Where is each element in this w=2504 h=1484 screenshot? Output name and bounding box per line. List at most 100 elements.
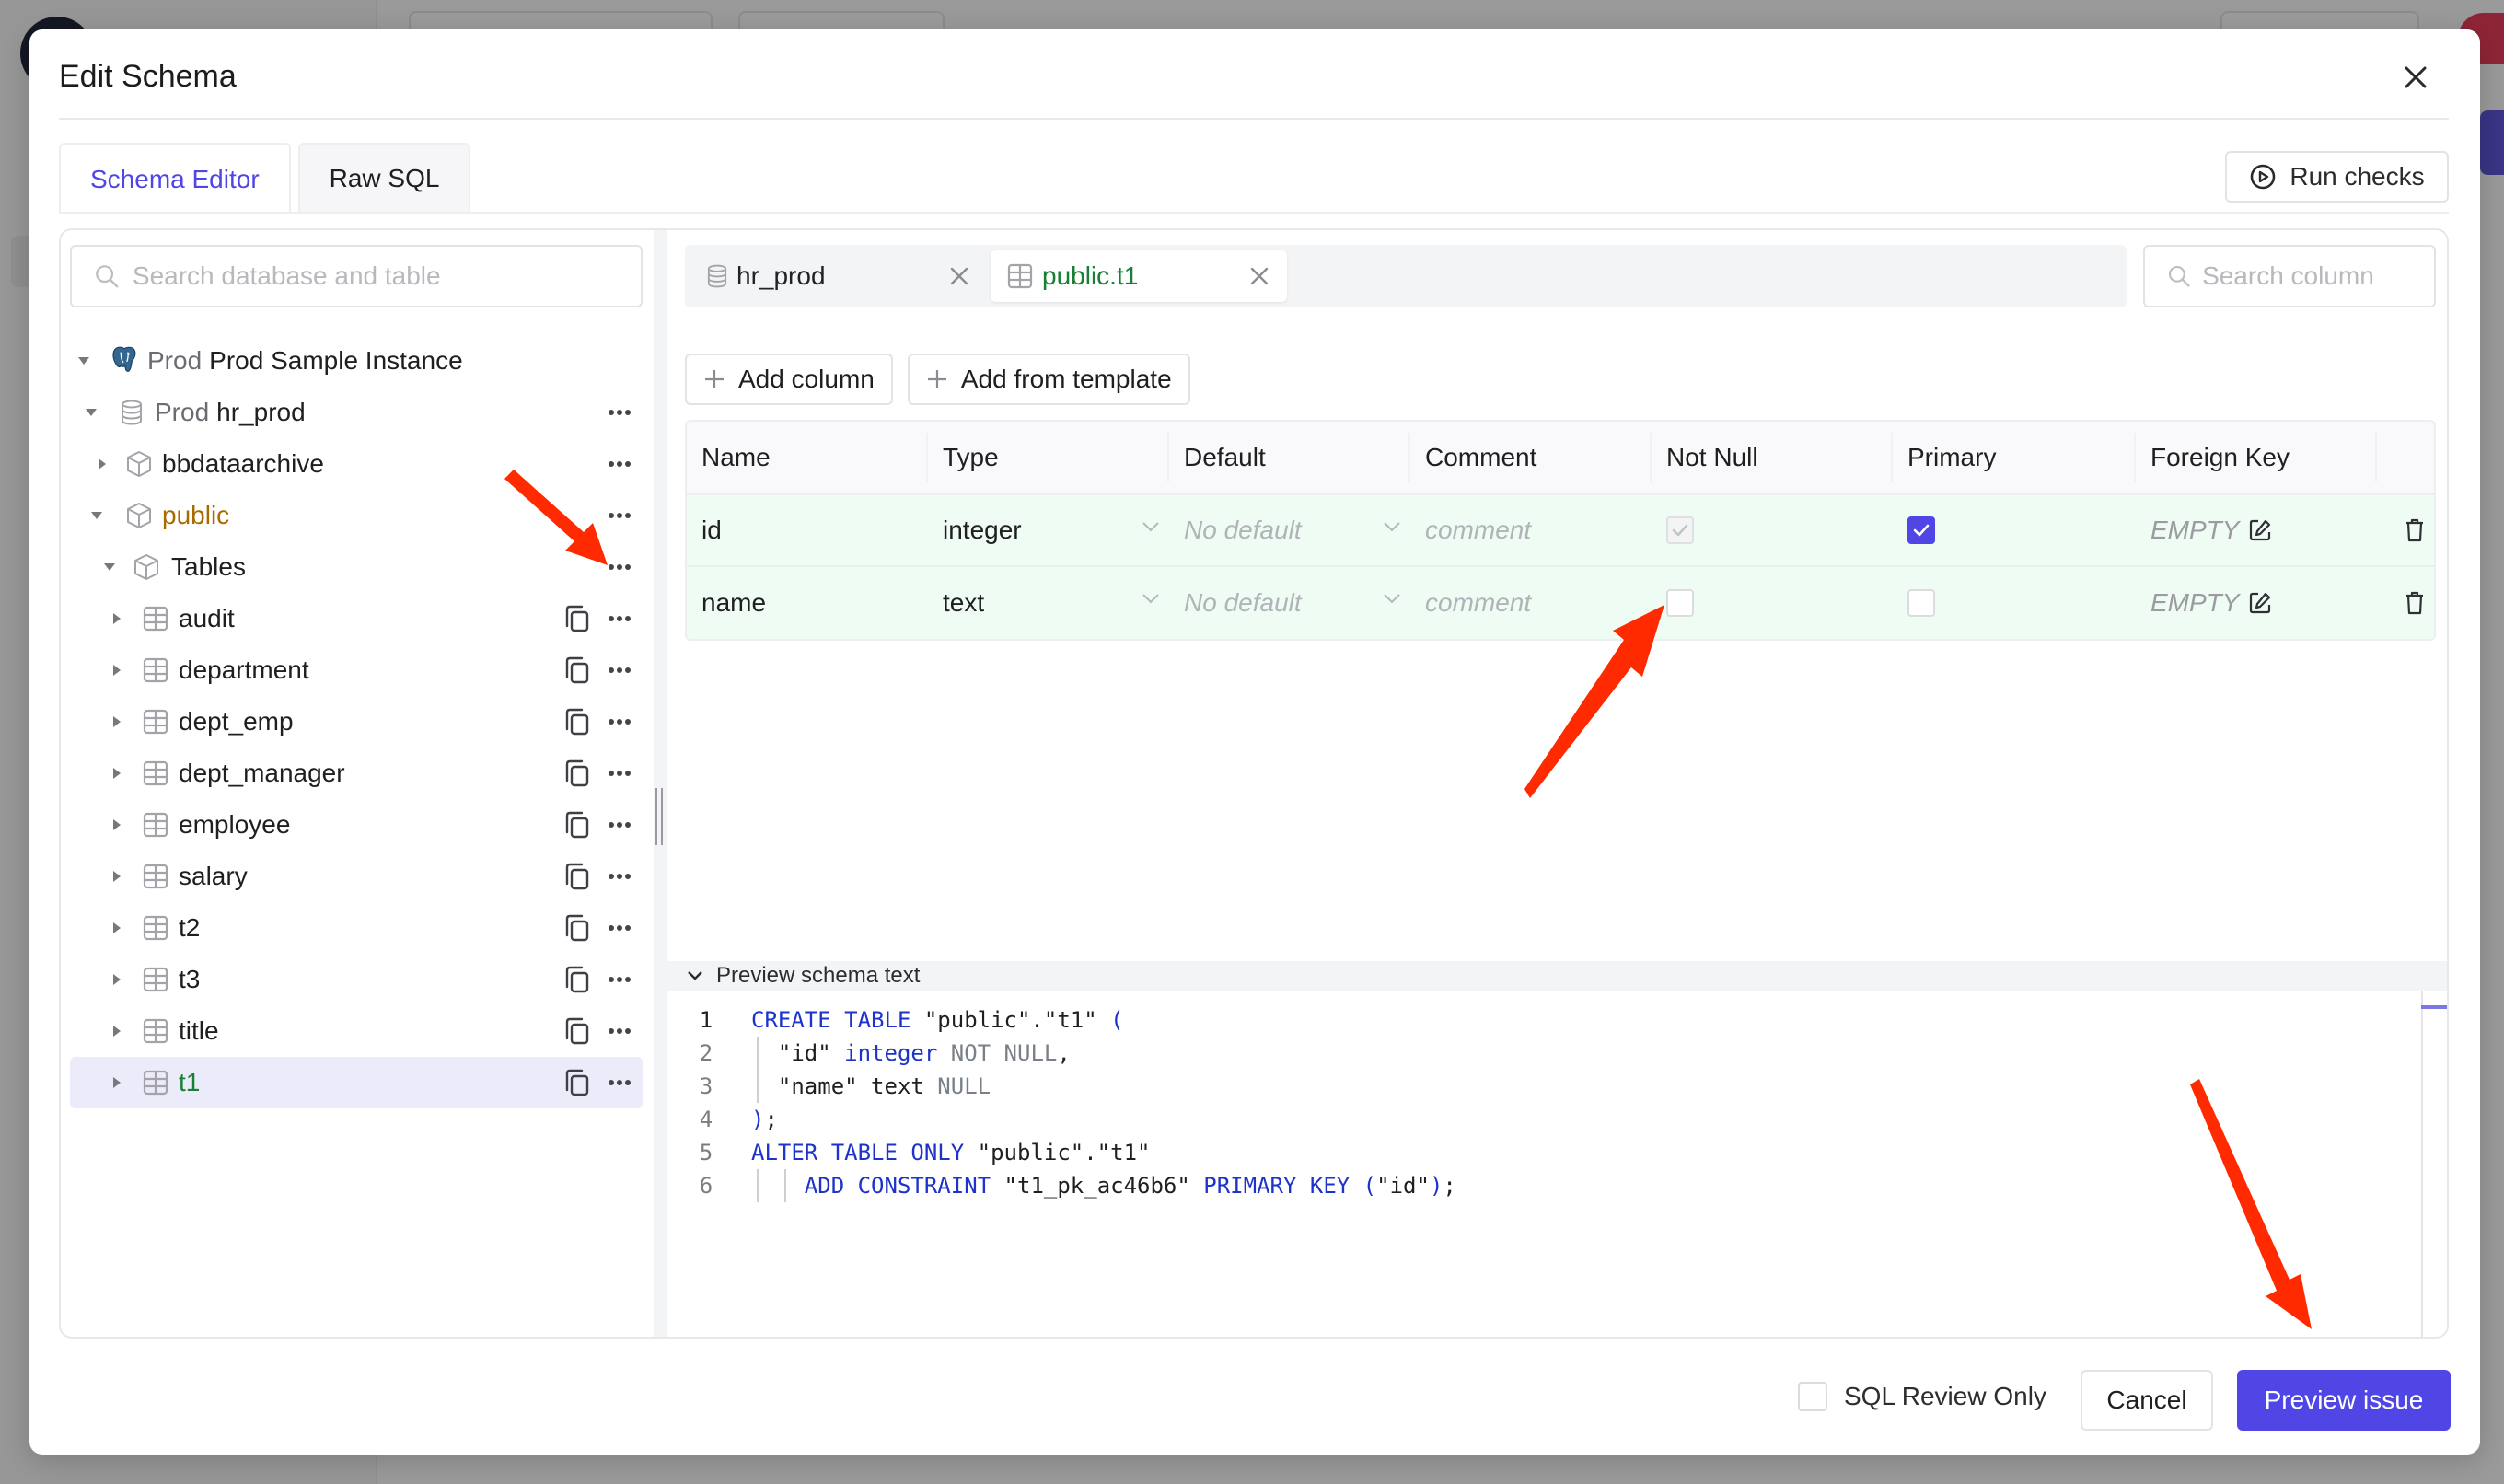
- caret-right-icon[interactable]: [110, 767, 123, 780]
- caret-right-icon[interactable]: [96, 458, 109, 470]
- column-default-select[interactable]: No default: [1169, 495, 1410, 565]
- tree-item-table[interactable]: t2: [70, 902, 643, 954]
- column-comment-input[interactable]: comment: [1410, 567, 1652, 639]
- primary-key-checkbox[interactable]: [1907, 516, 1935, 544]
- tree-item-table[interactable]: dept_emp: [70, 696, 643, 748]
- search-icon: [2168, 265, 2190, 287]
- tree-item-schema[interactable]: public: [70, 490, 643, 541]
- edit-icon[interactable]: [2246, 589, 2274, 617]
- delete-column-icon[interactable]: [2401, 589, 2429, 617]
- search-column-field[interactable]: [2143, 245, 2436, 307]
- duplicate-icon[interactable]: [562, 707, 591, 736]
- primary-key-checkbox[interactable]: [1907, 589, 1935, 617]
- tree-item-table[interactable]: employee: [70, 799, 643, 851]
- column-actions: Add column Add from template: [685, 354, 1190, 405]
- add-column-button[interactable]: Add column: [685, 354, 893, 405]
- duplicate-icon[interactable]: [562, 965, 591, 994]
- sql-review-only-checkbox[interactable]: SQL Review Only: [1798, 1364, 2046, 1429]
- duplicate-icon[interactable]: [562, 1068, 591, 1097]
- cancel-button[interactable]: Cancel: [2081, 1370, 2213, 1431]
- column-name-input[interactable]: name: [687, 567, 928, 639]
- more-actions-icon[interactable]: [606, 863, 633, 890]
- tree-item-table[interactable]: t1: [70, 1057, 643, 1108]
- more-actions-icon[interactable]: [606, 914, 633, 942]
- close-tab-icon[interactable]: [946, 263, 972, 289]
- search-database-input[interactable]: [132, 261, 641, 291]
- caret-right-icon[interactable]: [110, 973, 123, 986]
- delete-column-icon[interactable]: [2401, 516, 2429, 544]
- more-actions-icon[interactable]: [606, 605, 633, 632]
- edit-icon[interactable]: [2246, 516, 2274, 544]
- more-actions-icon[interactable]: [606, 759, 633, 787]
- resize-grip-icon[interactable]: [655, 788, 663, 845]
- tree-item-table[interactable]: audit: [70, 593, 643, 644]
- add-from-template-button[interactable]: Add from template: [907, 354, 1190, 405]
- more-actions-icon[interactable]: [606, 502, 633, 529]
- tree-item-schema[interactable]: bbdataarchive: [70, 438, 643, 490]
- run-checks-button[interactable]: Run checks: [2225, 151, 2449, 203]
- tree-item-table[interactable]: title: [70, 1005, 643, 1057]
- foreign-key-value: EMPTY: [2150, 516, 2240, 544]
- table-icon: [1007, 263, 1033, 289]
- search-column-input[interactable]: [2202, 261, 2434, 291]
- duplicate-icon[interactable]: [562, 759, 591, 788]
- tree-item-table[interactable]: department: [70, 644, 643, 696]
- duplicate-icon[interactable]: [562, 604, 591, 633]
- duplicate-icon[interactable]: [562, 862, 591, 891]
- code-text: ADD CONSTRAINT "t1_pk_ac46b6" PRIMARY KE…: [751, 1173, 1456, 1199]
- tree-item-instance[interactable]: Prod Prod Sample Instance: [70, 335, 643, 387]
- column-comment-input[interactable]: comment: [1410, 495, 1652, 565]
- preview-schema-toggle[interactable]: Preview schema text: [667, 961, 2447, 991]
- code-token: ): [1429, 1173, 1443, 1199]
- more-actions-icon[interactable]: [606, 1017, 633, 1045]
- more-actions-icon[interactable]: [606, 1069, 633, 1096]
- tab-schema-editor[interactable]: Schema Editor: [59, 143, 291, 214]
- tab-raw-sql[interactable]: Raw SQL: [297, 143, 471, 213]
- checkbox[interactable]: [1798, 1382, 1827, 1411]
- column-name-input[interactable]: id: [687, 495, 928, 565]
- column-default-select[interactable]: No default: [1169, 567, 1410, 639]
- not-null-checkbox[interactable]: [1666, 516, 1694, 544]
- caret-right-icon[interactable]: [110, 612, 123, 625]
- not-null-checkbox[interactable]: [1666, 589, 1694, 617]
- caret-right-icon[interactable]: [110, 1025, 123, 1038]
- tree-item-table[interactable]: dept_manager: [70, 748, 643, 799]
- editor-tab-database[interactable]: hr_prod: [690, 250, 987, 302]
- caret-right-icon[interactable]: [110, 818, 123, 831]
- caret-right-icon[interactable]: [110, 664, 123, 677]
- search-database-field[interactable]: [70, 245, 643, 307]
- duplicate-icon[interactable]: [562, 1016, 591, 1046]
- column-type-select[interactable]: integer: [928, 495, 1169, 565]
- more-actions-icon[interactable]: [606, 966, 633, 993]
- duplicate-icon[interactable]: [562, 913, 591, 943]
- tree-item-database[interactable]: Prod hr_prod: [70, 387, 643, 438]
- editor-tab-table[interactable]: public.t1: [991, 250, 1287, 302]
- panel-resize-handle[interactable]: [654, 230, 667, 1337]
- vertical-scrollbar[interactable]: [2421, 991, 2423, 1337]
- caret-right-icon[interactable]: [110, 1076, 123, 1089]
- tree-item-table[interactable]: salary: [70, 851, 643, 902]
- tree-item-table[interactable]: t3: [70, 954, 643, 1005]
- caret-down-icon[interactable]: [85, 406, 98, 419]
- more-actions-icon[interactable]: [606, 399, 633, 426]
- tree-item-tables-group[interactable]: Tables: [70, 541, 643, 593]
- caret-down-icon[interactable]: [103, 561, 116, 574]
- duplicate-icon[interactable]: [562, 810, 591, 840]
- preview-issue-button[interactable]: Preview issue: [2237, 1370, 2451, 1431]
- schema-preview-code[interactable]: 1 CREATE TABLE "public"."t1" (2 "id" inte…: [667, 991, 2447, 1337]
- background-primary-button: [2480, 110, 2504, 175]
- more-actions-icon[interactable]: [606, 811, 633, 839]
- close-tab-icon[interactable]: [1246, 263, 1272, 289]
- caret-right-icon[interactable]: [110, 922, 123, 934]
- caret-right-icon[interactable]: [110, 870, 123, 883]
- caret-down-icon[interactable]: [90, 509, 103, 522]
- more-actions-icon[interactable]: [606, 656, 633, 684]
- caret-down-icon[interactable]: [77, 354, 90, 367]
- caret-right-icon[interactable]: [110, 715, 123, 728]
- close-button[interactable]: [2399, 61, 2432, 94]
- more-actions-icon[interactable]: [606, 708, 633, 736]
- more-actions-icon[interactable]: [606, 450, 633, 478]
- duplicate-icon[interactable]: [562, 655, 591, 685]
- more-actions-icon[interactable]: [606, 553, 633, 581]
- column-type-select[interactable]: text: [928, 567, 1169, 639]
